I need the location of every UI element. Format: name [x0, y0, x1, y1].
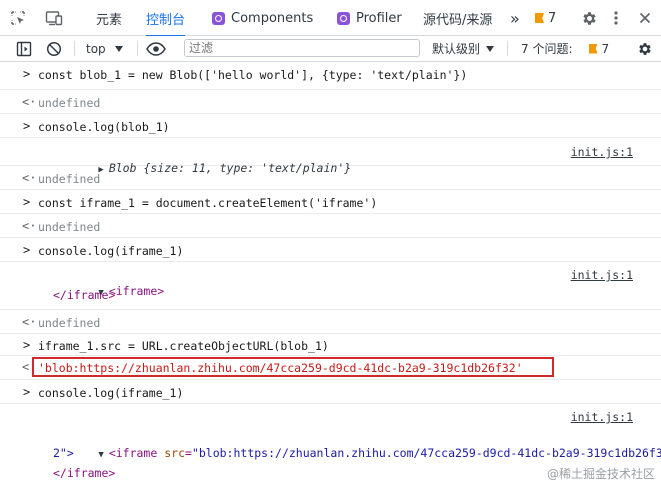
more-options-button[interactable]	[613, 0, 619, 36]
source-link[interactable]: init.js:1	[571, 267, 633, 283]
close-icon	[639, 12, 651, 24]
tab-profiler-label: Profiler	[356, 10, 402, 26]
react-icon	[337, 11, 350, 25]
console-result-row: <· undefined	[0, 90, 661, 114]
inspect-element-button[interactable]	[10, 0, 26, 36]
console-command: const iframe_1 = document.createElement(…	[38, 196, 378, 210]
console-settings-button[interactable]	[637, 36, 653, 61]
issues-counter-label: 7 个问题:	[521, 42, 573, 56]
clear-console-button[interactable]	[46, 36, 62, 61]
console-result: undefined	[38, 316, 101, 330]
console-command: iframe_1.src = URL.createObjectURL(blob_…	[38, 339, 329, 353]
attr-value: "blob:https://zhuanlan.zhihu.com/47cca25…	[191, 446, 661, 460]
caret-down-icon	[114, 45, 123, 52]
annotation-highlight-box	[32, 357, 554, 377]
context-selector[interactable]: top	[86, 36, 124, 61]
eye-icon	[146, 41, 166, 56]
result-arrow-icon: <·	[22, 219, 37, 233]
issues-badge[interactable]: 7	[535, 0, 556, 36]
result-arrow-icon: <·	[22, 171, 37, 185]
input-prompt-icon: >	[23, 338, 31, 352]
gear-icon	[639, 42, 651, 55]
warning-flag-icon	[535, 13, 544, 23]
console-result-row: <· undefined	[0, 310, 661, 334]
console-log-row: ▶ Blob {size: 11, type: 'text/plain'} ini…	[0, 138, 661, 175]
tab-sources[interactable]: 源代码/来源	[423, 0, 492, 36]
console-toolbar: top 默认级别 7 个问题: 7	[0, 36, 661, 62]
console-messages: > const blob_1 = new Blob(['hello world'…	[0, 62, 661, 487]
toolbar-divider	[137, 41, 138, 56]
inspect-element-icon	[11, 11, 25, 25]
filter-input[interactable]	[184, 39, 420, 57]
react-icon	[212, 11, 225, 25]
input-prompt-icon: >	[23, 67, 31, 81]
issues-badge-count: 7	[548, 10, 557, 26]
toggle-sidebar-button[interactable]	[16, 36, 32, 61]
clear-icon	[46, 41, 62, 56]
console-result-row: <· undefined	[0, 214, 661, 238]
toolbar-divider	[74, 41, 75, 56]
console-command: const blob_1 = new Blob(['hello world'],…	[38, 68, 468, 82]
device-toolbar-icon	[45, 11, 63, 26]
tag-open: <iframe>	[108, 284, 165, 298]
caret-down-icon	[486, 45, 495, 52]
source-link[interactable]: init.js:1	[571, 409, 633, 425]
console-input-row[interactable]: > iframe_1.src = URL.createObjectURL(blo…	[0, 334, 661, 356]
issues-counter-count: 7	[601, 41, 610, 56]
toolbar-divider	[507, 41, 508, 56]
console-command: console.log(iframe_1)	[38, 386, 184, 400]
console-result-row: <· undefined	[0, 166, 661, 190]
tab-components[interactable]: Components	[212, 0, 313, 36]
sidebar-toggle-icon	[16, 41, 32, 56]
attr-value-continued: 2">	[53, 446, 74, 460]
console-result: undefined	[38, 220, 101, 234]
result-arrow-icon: <·	[22, 315, 37, 329]
watermark-text: @稀土掘金技术社区	[546, 467, 655, 481]
console-command: console.log(blob_1)	[38, 120, 170, 134]
console-input-row[interactable]: > console.log(iframe_1)	[0, 238, 661, 262]
tab-elements[interactable]: 元素	[96, 0, 122, 36]
result-arrow-icon: <·	[22, 95, 37, 109]
tab-console[interactable]: 控制台	[146, 0, 186, 37]
attr-name: src	[164, 446, 185, 460]
console-result: undefined	[38, 96, 101, 110]
console-input-row[interactable]: > console.log(iframe_1)	[0, 380, 661, 404]
warning-flag-icon	[588, 43, 598, 54]
tab-profiler[interactable]: Profiler	[337, 0, 402, 36]
tag-open: <iframe	[108, 446, 158, 460]
input-prompt-icon: >	[23, 119, 31, 133]
console-input-row[interactable]: > const iframe_1 = document.createElemen…	[0, 190, 661, 214]
console-command: console.log(iframe_1)	[38, 244, 184, 258]
input-prompt-icon: >	[23, 243, 31, 257]
devtools-tab-bar: 元素 控制台 Components Profiler 源代码/来源 » 7	[0, 0, 661, 37]
console-input-row[interactable]: > const blob_1 = new Blob(['hello world'…	[0, 62, 661, 90]
console-log-row: ▼ <iframe> </iframe> init.js:1	[0, 262, 661, 310]
devtools-window: 元素 控制台 Components Profiler 源代码/来源 » 7 to…	[0, 0, 661, 487]
vertical-dots-icon	[614, 11, 618, 25]
device-toolbar-button[interactable]	[45, 0, 63, 36]
console-input-row[interactable]: > console.log(blob_1)	[0, 114, 661, 138]
collapse-triangle-icon[interactable]: ▼	[98, 447, 103, 463]
log-level-selector[interactable]: 默认级别	[432, 36, 495, 61]
input-prompt-icon: >	[23, 195, 31, 209]
input-prompt-icon: >	[23, 385, 31, 399]
iframe-element-close: </iframe>	[53, 466, 116, 480]
gear-icon	[583, 11, 596, 25]
source-link[interactable]: init.js:1	[571, 144, 633, 160]
issues-counter[interactable]: 7 个问题: 7	[521, 36, 609, 61]
more-tabs-button[interactable]: »	[510, 0, 520, 36]
console-result: undefined	[38, 172, 101, 186]
close-devtools-button[interactable]	[639, 0, 651, 36]
log-level-value: 默认级别	[432, 42, 481, 56]
tab-components-label: Components	[231, 10, 314, 26]
context-selector-value: top	[86, 41, 106, 56]
iframe-element-close: </iframe>	[53, 288, 116, 302]
live-expression-button[interactable]	[146, 36, 166, 61]
settings-button[interactable]	[581, 0, 598, 36]
